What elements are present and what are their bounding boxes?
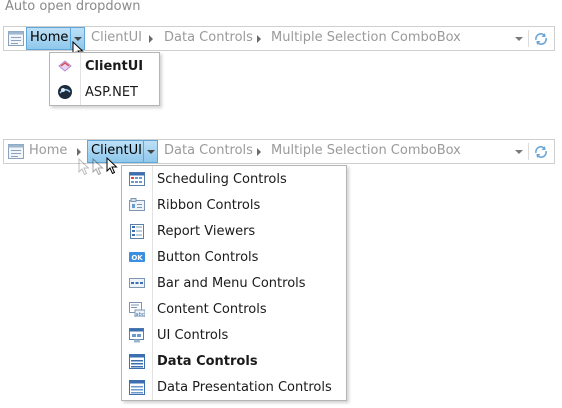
menu-item-label: UI Controls [157,327,229,343]
menu-item-clientui[interactable]: ClientUI [50,53,159,79]
menu-item-content-controls[interactable]: abc Content Controls [122,296,346,322]
crumb-separator-button[interactable] [254,140,263,163]
breadcrumb-bar-1: Home ClientUI Data Controls Multiple Sel… [3,26,555,51]
menu-item-label: Scheduling Controls [157,171,287,187]
crumb-data-controls[interactable]: Data Controls [164,140,253,163]
chevron-right-icon [76,147,81,156]
crumb-clientui-dropdown-button[interactable] [143,140,158,163]
history-dropdown-button[interactable] [511,140,527,163]
data-presentation-icon [122,379,152,395]
menu-item-label: Data Controls [157,353,258,369]
menu-item-label: ASP.NET [85,84,138,100]
refresh-icon [535,145,547,158]
menu-item-data-presentation-controls[interactable]: Data Presentation Controls [122,374,346,400]
refresh-button[interactable] [531,27,551,50]
menu-item-aspnet[interactable]: ASP.NET [50,79,159,105]
crumb-multiple-selection-combobox[interactable]: Multiple Selection ComboBox [271,140,461,163]
report-icon [122,223,152,239]
crumb-home[interactable]: Home [29,140,67,163]
crumb-home-active[interactable]: Home [26,27,73,50]
explorer-page-icon[interactable] [7,140,25,163]
clientui-logo-icon [50,59,80,73]
menu-item-label: Content Controls [157,301,267,317]
chevron-down-icon [146,149,155,154]
menu-bar-icon [122,278,152,288]
crumb-multiple-selection-combobox[interactable]: Multiple Selection ComboBox [271,27,461,50]
menu-item-ribbon-controls[interactable]: Ribbon Controls [122,192,346,218]
chevron-down-icon [515,149,523,154]
chevron-down-icon [515,36,523,41]
refresh-icon [535,32,547,45]
menu-item-scheduling-controls[interactable]: Scheduling Controls [122,166,346,192]
menu-item-data-controls[interactable]: Data Controls [122,348,346,374]
crumb-clientui[interactable]: ClientUI [91,27,142,50]
menu-item-label: Report Viewers [157,223,256,239]
ui-window-icon [122,327,152,343]
data-grid-icon [122,353,152,369]
ok-button-icon: OK [122,252,152,262]
menu-item-bar-and-menu-controls[interactable]: Bar and Menu Controls [122,270,346,296]
mouse-cursor-trail-icon [78,158,90,176]
menu-item-label: Bar and Menu Controls [157,275,306,291]
crumb-separator-button[interactable] [146,27,155,50]
explorer-page-icon[interactable] [7,27,25,50]
crumb-data-controls[interactable]: Data Controls [164,27,253,50]
dropdown-menu-home: ClientUI ASP.NET [49,52,160,106]
history-dropdown-button[interactable] [511,27,527,50]
mouse-cursor-trail-icon [92,158,104,176]
section-caption: Auto open dropdown [5,0,141,14]
svg-text:OK: OK [131,254,143,262]
content-abc-icon: abc [122,301,152,317]
divider [528,143,529,160]
chevron-right-icon [256,147,261,156]
calendar-icon [122,172,152,186]
refresh-button[interactable] [531,140,551,163]
crumb-separator-button[interactable] [254,27,263,50]
chevron-right-icon [256,34,261,43]
ribbon-icon [122,198,152,212]
menu-item-report-viewers[interactable]: Report Viewers [122,218,346,244]
chevron-down-icon [73,36,82,41]
menu-item-label: Button Controls [157,249,259,265]
menu-item-label: ClientUI [85,58,144,74]
aspnet-globe-icon [50,84,80,100]
menu-item-label: Data Presentation Controls [157,379,332,395]
chevron-right-icon [148,34,153,43]
svg-text:abc: abc [136,312,145,317]
menu-item-ui-controls[interactable]: UI Controls [122,322,346,348]
menu-item-label: Ribbon Controls [157,197,261,213]
menu-item-button-controls[interactable]: OK Button Controls [122,244,346,270]
divider [528,30,529,47]
mouse-cursor-icon [106,157,118,175]
dropdown-menu-clientui: Scheduling Controls Ribbon Controls Repo… [121,165,347,401]
